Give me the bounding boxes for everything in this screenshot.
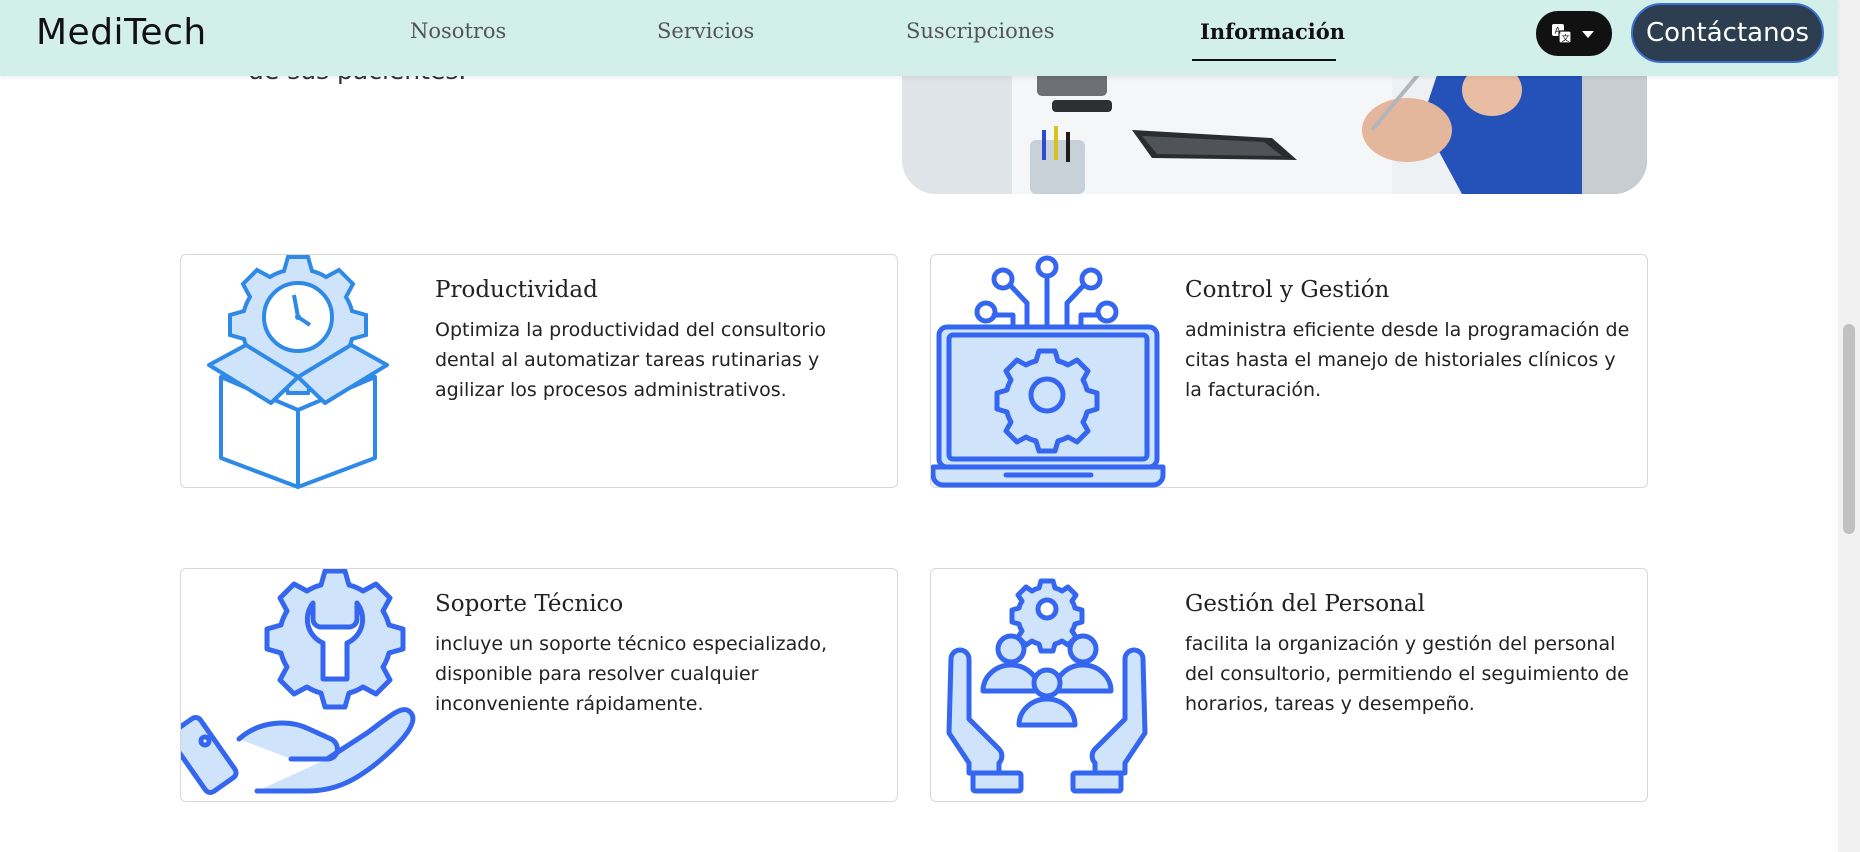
nav-link-servicios[interactable]: Servicios (657, 19, 754, 43)
active-nav-indicator (1192, 59, 1336, 61)
feature-card-productividad: Productividad Optimiza la productividad … (180, 254, 898, 489)
feature-title: Productividad (435, 277, 598, 303)
translate-icon: A 文 (1552, 24, 1572, 44)
feature-description: facilita la organización y gestión del p… (1185, 633, 1629, 715)
scrollbar-thumb[interactable] (1843, 324, 1855, 534)
nav-link-informacion[interactable]: Información (1200, 19, 1345, 44)
navbar: MediTech Nosotros Servicios Suscripcione… (0, 0, 1838, 76)
laptop-gear-icon (930, 255, 1171, 489)
page-scrollbar[interactable] (1838, 0, 1860, 852)
svg-text:文: 文 (1562, 33, 1570, 43)
feature-card-soporte-tecnico: Soporte Técnico incluye un soporte técni… (167, 568, 898, 803)
hand-gear-wrench-icon (167, 568, 421, 803)
feature-description: incluye un soporte técnico especializado… (435, 633, 828, 715)
team-hands-icon (931, 569, 1171, 803)
nav-link-nosotros[interactable]: Nosotros (410, 19, 506, 43)
feature-card-gestion-personal: Gestión del Personal facilita la organiz… (930, 568, 1648, 802)
feature-description: administra eficiente desde la programaci… (1185, 319, 1630, 401)
feature-title: Gestión del Personal (1185, 591, 1425, 617)
feature-title: Soporte Técnico (435, 591, 624, 617)
chevron-down-icon (1582, 31, 1594, 38)
feature-description: Optimiza la productividad del consultori… (435, 319, 827, 401)
contact-button[interactable]: Contáctanos (1631, 3, 1824, 63)
svg-text:A: A (1555, 27, 1562, 37)
brand-logo[interactable]: MediTech (36, 12, 207, 53)
hero-image (902, 60, 1647, 194)
feature-title: Control y Gestión (1185, 277, 1390, 303)
nav-link-suscripciones[interactable]: Suscripciones (906, 19, 1055, 43)
language-dropdown-button[interactable]: A 文 (1536, 11, 1612, 56)
feature-card-control-gestion: Control y Gestión administra eficiente d… (930, 254, 1648, 488)
gear-clock-box-icon (181, 255, 421, 489)
